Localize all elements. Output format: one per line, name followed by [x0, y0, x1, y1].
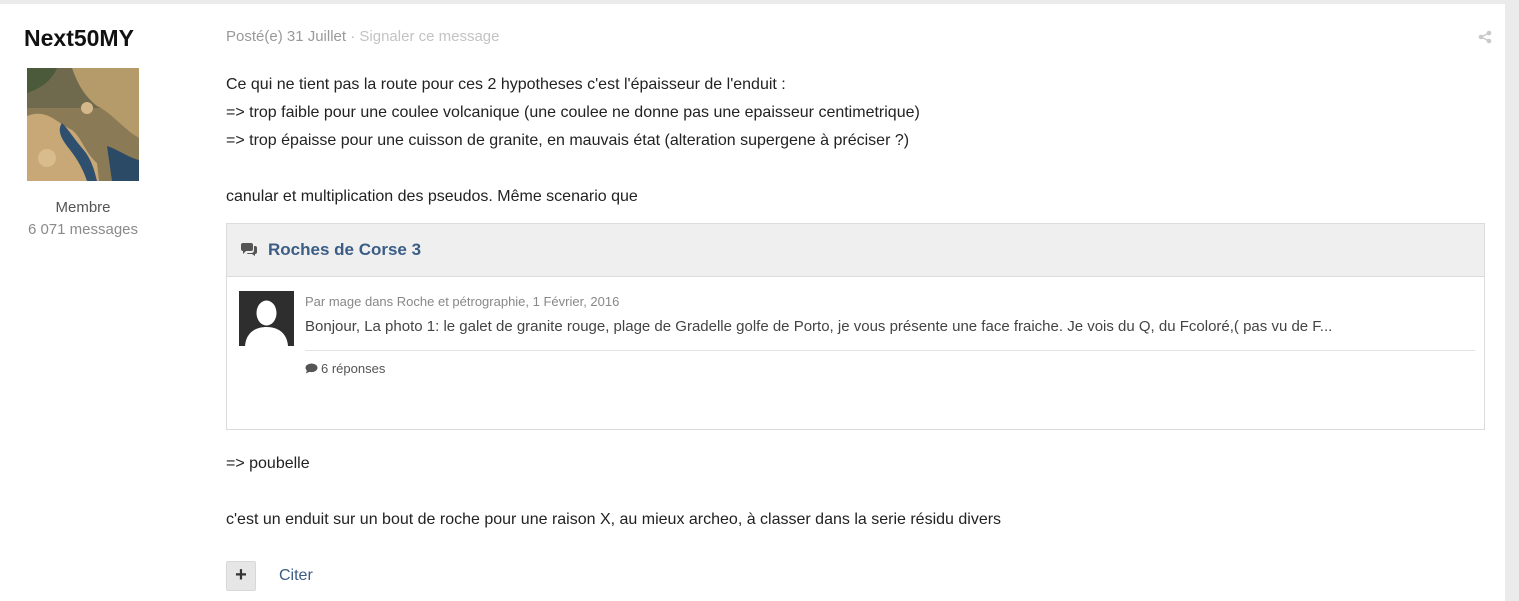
- comments-icon: [240, 242, 258, 257]
- comment-bubble-icon: [305, 362, 318, 374]
- forum-post: Next50MY Membre 6 071 messages Posté(e) …: [0, 4, 1505, 601]
- author-role: Membre: [55, 199, 111, 216]
- post-text-line: => trop faible pour une coulee volcaniqu…: [226, 104, 920, 121]
- share-icon[interactable]: [1478, 30, 1492, 44]
- author-avatar[interactable]: [27, 68, 139, 181]
- embed-title-link[interactable]: Roches de Corse 3: [268, 240, 421, 260]
- post-meta: Posté(e) 31 Juillet · Signaler ce messag…: [226, 28, 499, 45]
- multiquote-plus-button[interactable]: +: [226, 561, 256, 591]
- post-text-line: c'est un enduit sur un bout de roche pou…: [226, 511, 1002, 528]
- embed-header: Roches de Corse 3: [227, 224, 1484, 277]
- embedded-topic: Roches de Corse 3 Par mage dans Roche et…: [226, 223, 1485, 430]
- quote-button[interactable]: Citer: [279, 567, 313, 585]
- embed-snippet: Bonjour, La photo 1: le galet de granite…: [305, 318, 1333, 335]
- post-text-line: => poubelle: [226, 455, 310, 472]
- user-silhouette-icon[interactable]: [239, 291, 294, 346]
- post-text-line: => trop épaisse pour une cuisson de gran…: [226, 132, 910, 149]
- meta-separator: ·: [350, 28, 356, 45]
- author-post-count: 6 071 messages: [27, 221, 139, 238]
- post-text-line: Ce qui ne tient pas la route pour ces 2 …: [226, 76, 786, 93]
- author-name[interactable]: Next50MY: [24, 25, 134, 52]
- report-link[interactable]: Signaler ce message: [359, 28, 499, 45]
- post-date[interactable]: Posté(e) 31 Juillet: [226, 28, 346, 45]
- embed-byline: Par mage dans Roche et pétrographie, 1 F…: [305, 294, 620, 309]
- embed-replies[interactable]: 6 réponses: [305, 361, 385, 376]
- replies-count: 6 réponses: [321, 361, 386, 376]
- scrollbar-track[interactable]: [1505, 0, 1519, 601]
- embed-divider: [305, 350, 1475, 351]
- post-text-line: canular et multiplication des pseudos. M…: [226, 188, 638, 205]
